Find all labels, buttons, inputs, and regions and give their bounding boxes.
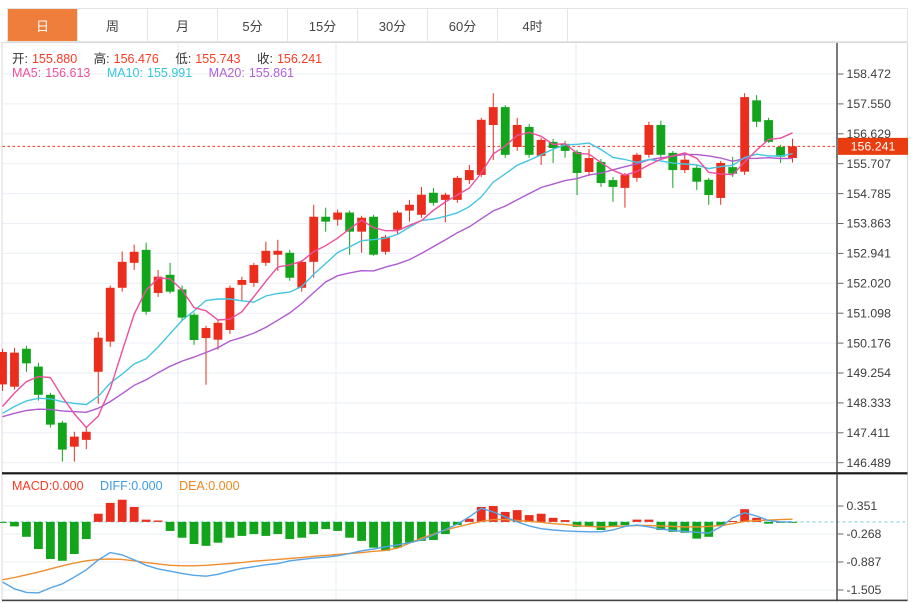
tab-month[interactable]: 月 [148,9,218,41]
price-tick-label: 152.941 [847,247,892,261]
tab-60min[interactable]: 60分 [428,9,498,41]
tab-5min[interactable]: 5分 [218,9,288,41]
ma10-value: 155.991 [147,66,193,80]
macd-info-row: MACD:0.000 DIFF:0.000 DEA:0.000 [12,479,240,493]
macd-value: 0.000 [52,479,84,493]
ma20-label: MA20: [208,66,245,80]
dea-value: 0.000 [208,479,240,493]
dea-label: DEA: [179,479,209,493]
bottom-border [2,599,908,602]
price-tick-label: 153.863 [847,217,892,231]
tab-week[interactable]: 周 [78,9,148,41]
high-value: 156.476 [113,52,159,66]
close-value: 156.241 [276,52,323,66]
macd-tick-label: 0.351 [847,499,878,513]
candlestick-chart-canvas[interactable]: 158.472157.550156.629155.707154.785153.8… [0,0,920,603]
open-label: 开: [12,52,28,66]
price-tick-label: 150.176 [847,336,892,350]
ma-info-row: MA5: 156.613 MA10: 155.991 MA20: 155.861 [12,66,294,80]
open-value: 155.880 [31,52,78,66]
macd-tick-label: -0.268 [847,527,882,541]
macd-label: MACD: [12,479,53,493]
macd-tick-label: -1.505 [847,583,882,597]
price-tick-label: 157.550 [847,97,892,111]
price-tick-label: 147.411 [847,426,891,440]
candles-layer [0,93,797,462]
tab-day[interactable]: 日 [8,9,78,41]
macd-tick-label: -0.887 [847,555,882,569]
price-tick-label: 152.020 [847,277,892,291]
low-label: 低: [175,52,192,66]
quote-info-row: 开: 155.880 高: 156.476 低: 155.743 收: 156.241 [12,48,322,67]
price-tick-label: 151.098 [847,306,892,320]
price-tick-label: 158.472 [847,67,892,81]
tabbar-filler [568,9,907,41]
tab-4hour[interactable]: 4时 [498,9,568,41]
price-tick-label: 146.489 [847,456,892,470]
tab-30min[interactable]: 30分 [358,9,428,41]
diff-value: 0.000 [131,479,163,493]
price-tick-label: 148.333 [847,396,892,410]
tab-15min[interactable]: 15分 [288,9,358,41]
ma5-label: MA5: [12,66,42,80]
ma5-value: 156.613 [45,66,91,80]
ma20-value: 155.861 [248,66,294,80]
low-value: 155.743 [195,52,241,66]
high-label: 高: [93,52,110,66]
ma10-label: MA10: [106,66,143,80]
price-tick-label: 149.254 [847,366,892,380]
diff-label: DIFF: [100,479,132,493]
price-tick-label: 155.707 [847,157,892,171]
timeframe-tabbar: 日周月 5分 15分 30分 60分 4时 [7,8,908,42]
main-macd-separator [2,472,908,475]
kline-chart-widget: 日周月 5分 15分 30分 60分 4时 开: 155.880 高: 156.476 低: 1… [0,0,920,603]
close-label: 收: [256,52,273,66]
current-price-badge-text: 156.241 [851,140,896,154]
price-tick-label: 154.785 [847,187,892,201]
